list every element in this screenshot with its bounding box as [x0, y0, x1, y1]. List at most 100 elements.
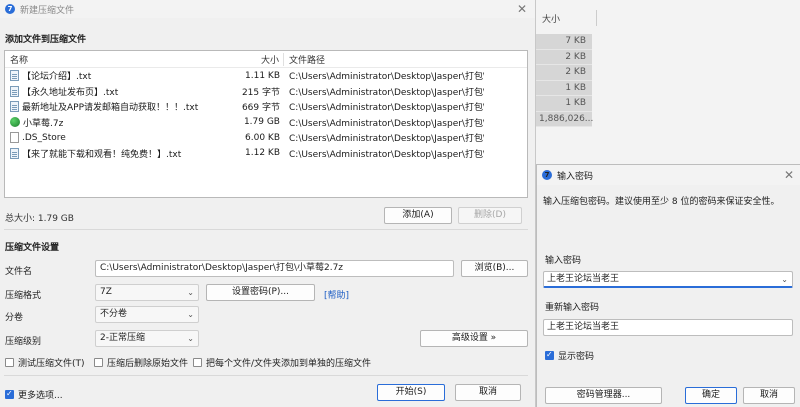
advanced-settings-button[interactable]: 高级设置 »: [420, 330, 528, 347]
close-icon[interactable]: ✕: [517, 2, 527, 16]
title-bar: 7 新建压缩文件: [0, 0, 535, 18]
file-row[interactable]: 小草莓.7z 1.79 GB C:\Users\Administrator\De…: [5, 115, 527, 131]
checkbox-box: [545, 350, 554, 360]
blank-file-icon: [10, 132, 19, 144]
file-path: C:\Users\Administrator\Desktop\Jasper\打包…: [289, 103, 484, 114]
size-cell: 1,886,026...: [536, 111, 593, 127]
archive-settings-heading: 压缩文件设置: [5, 243, 60, 253]
filename-input[interactable]: C:\Users\Administrator\Desktop\Jasper\打包…: [95, 260, 454, 277]
file-row[interactable]: .DS_Store 6.00 KB C:\Users\Administrator…: [5, 130, 527, 146]
ok-button[interactable]: 确定: [685, 387, 737, 404]
file-name: 【永久地址发布页】.txt: [22, 87, 119, 98]
cancel-button[interactable]: 取消: [455, 384, 521, 401]
checkbox-box: [5, 389, 14, 399]
file-list[interactable]: 名称 大小 文件路径 【论坛介绍】.txt 1.11 KB C:\Users\A…: [4, 50, 528, 198]
column-separator: [596, 10, 597, 26]
size-column-header[interactable]: 大小: [542, 12, 560, 25]
show-password-checkbox[interactable]: 显示密码: [545, 349, 594, 362]
confirm-password-label: 重新输入密码: [545, 303, 600, 313]
chevron-down-icon: ⌄: [187, 334, 194, 343]
file-size: 1.79 GB: [243, 117, 280, 128]
password-description: 输入压缩包密码。建议使用至少 8 位的密码来保证安全性。: [543, 197, 780, 207]
app-logo-icon: 7: [542, 170, 552, 180]
file-row[interactable]: 【来了就能下载和观看！纯免费！】.txt 1.12 KB C:\Users\Ad…: [5, 146, 527, 162]
app-logo-icon: 7: [5, 4, 15, 14]
archive-icon: [10, 117, 20, 128]
level-select[interactable]: 2-正常压缩 ⌄: [95, 330, 199, 347]
checkbox-box: [5, 358, 14, 367]
add-files-heading: 添加文件到压缩文件: [5, 35, 87, 45]
delete-button[interactable]: 删除(D): [458, 207, 522, 224]
checkbox-label: 把每个文件/文件夹添加到单独的压缩文件: [206, 359, 372, 369]
text-file-icon: [10, 101, 19, 113]
file-name: 最新地址及APP请发邮箱自动获取！！！.txt: [22, 103, 199, 114]
file-path: C:\Users\Administrator\Desktop\Jasper\打包…: [289, 72, 484, 83]
checkbox-label: 压缩后删除原始文件: [107, 359, 189, 369]
checkbox-label: 显示密码: [558, 352, 595, 362]
window-title: 输入密码: [557, 171, 594, 182]
file-size: 1.11 KB: [245, 70, 280, 81]
separate-archives-checkbox[interactable]: 把每个文件/文件夹添加到单独的压缩文件: [193, 356, 371, 369]
help-link[interactable]: [帮助]: [324, 288, 349, 301]
title-bar: 7 输入密码: [537, 165, 800, 185]
window-title: 新建压缩文件: [20, 5, 75, 16]
total-size: 总大小: 1.79 GB: [5, 214, 74, 224]
file-path: C:\Users\Administrator\Desktop\Jasper\打包…: [289, 118, 484, 129]
file-row[interactable]: 【论坛介绍】.txt 1.11 KB C:\Users\Administrato…: [5, 68, 527, 84]
text-file-icon: [10, 70, 19, 82]
format-label: 压缩格式: [5, 291, 42, 301]
file-name: 小草莓.7z: [23, 118, 64, 129]
level-value: 2-正常压缩: [100, 333, 145, 343]
checkbox-label: 更多选项...: [18, 391, 63, 401]
file-size: 6.00 KB: [245, 132, 280, 143]
password-manager-button[interactable]: 密码管理器...: [545, 387, 662, 404]
text-file-icon: [10, 147, 19, 159]
size-column: 7 KB 2 KB 2 KB 1 KB 1 KB 1,886,026...: [536, 34, 593, 127]
add-button[interactable]: 添加(A): [384, 207, 452, 224]
more-options-checkbox[interactable]: 更多选项...: [5, 388, 63, 401]
file-row[interactable]: 最新地址及APP请发邮箱自动获取！！！.txt 669 字节 C:\Users\…: [5, 99, 527, 115]
file-row[interactable]: 【永久地址发布页】.txt 215 字节 C:\Users\Administra…: [5, 84, 527, 100]
text-file-icon: [10, 85, 19, 97]
confirm-password-input[interactable]: 上老王论坛当老王: [543, 319, 793, 336]
chevron-down-icon[interactable]: ⌄: [781, 272, 788, 287]
size-cell: 1 KB: [536, 96, 592, 112]
checkbox-box: [193, 358, 202, 367]
divider: [4, 229, 528, 230]
close-icon[interactable]: ✕: [784, 168, 794, 182]
file-size: 669 字节: [241, 103, 280, 114]
file-size: 1.12 KB: [245, 148, 280, 159]
volume-select[interactable]: 不分卷 ⌄: [95, 306, 199, 323]
start-button[interactable]: 开始(S): [377, 384, 445, 401]
delete-after-checkbox[interactable]: 压缩后删除原始文件: [94, 356, 188, 369]
chevron-down-icon: ⌄: [187, 288, 194, 297]
cancel-button[interactable]: 取消: [743, 387, 795, 404]
file-path: C:\Users\Administrator\Desktop\Jasper\打包…: [289, 87, 484, 98]
enter-password-label: 输入密码: [545, 256, 582, 266]
browse-button[interactable]: 浏览(B)...: [461, 260, 528, 277]
chevron-down-icon: ⌄: [187, 310, 194, 319]
size-column-header[interactable]: 大小: [229, 52, 284, 66]
file-path: C:\Users\Administrator\Desktop\Jasper\打包…: [289, 149, 484, 160]
new-archive-dialog: 7 新建压缩文件 ✕ 添加文件到压缩文件 名称 大小 文件路径 【论坛介绍】.t…: [0, 0, 536, 407]
set-password-button[interactable]: 设置密码(P)...: [206, 284, 315, 301]
path-column-header[interactable]: 文件路径: [284, 53, 325, 66]
password-input[interactable]: 上老王论坛当老王 ⌄: [543, 271, 793, 288]
size-cell: 7 KB: [536, 34, 592, 50]
test-archive-checkbox[interactable]: 测试压缩文件(T): [5, 356, 85, 369]
size-cell: 1 KB: [536, 80, 592, 96]
size-cell: 2 KB: [536, 65, 592, 81]
volume-value: 不分卷: [100, 309, 128, 319]
format-value: 7Z: [100, 287, 112, 297]
file-name: 【来了就能下载和观看！纯免费！】.txt: [22, 149, 182, 160]
name-column-header[interactable]: 名称: [5, 53, 229, 66]
file-name: 【论坛介绍】.txt: [22, 72, 92, 83]
checkbox-box: [94, 358, 103, 367]
format-select[interactable]: 7Z ⌄: [95, 284, 199, 301]
volume-label: 分卷: [5, 313, 24, 323]
checkbox-label: 测试压缩文件(T): [18, 359, 85, 369]
level-label: 压缩级别: [5, 337, 42, 347]
divider: [4, 375, 528, 376]
list-header: 名称 大小 文件路径: [5, 51, 527, 68]
file-size: 215 字节: [241, 87, 280, 98]
